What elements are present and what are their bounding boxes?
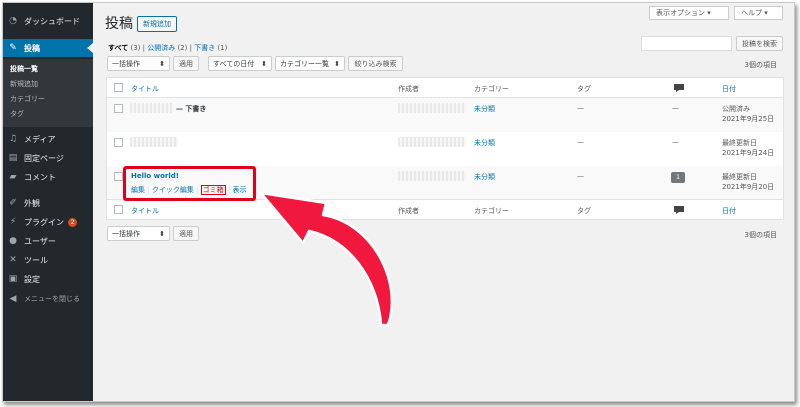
posts-submenu: 投稿一覧 新規追加 カテゴリー タグ bbox=[3, 59, 93, 127]
post-category[interactable]: 未分類 bbox=[474, 138, 495, 148]
select-arrows-icon: ⬍ bbox=[159, 229, 165, 238]
highlight-frame bbox=[123, 166, 256, 201]
pin-icon: ✎ bbox=[9, 43, 17, 53]
row-checkbox[interactable] bbox=[114, 104, 123, 113]
select-arrows-icon: ⬍ bbox=[159, 59, 165, 68]
add-new-button[interactable]: 新規追加 bbox=[137, 16, 177, 32]
admin-sidebar: ◔ ダッシュボード ✎ 投稿 投稿一覧 新規追加 カテゴリー タグ ♫ メディア… bbox=[3, 3, 93, 401]
sidebar-item-dashboard[interactable]: ◔ ダッシュボード bbox=[3, 12, 93, 30]
screen-options-tab[interactable]: 表示オプション ▾ bbox=[649, 6, 729, 20]
column-header-date[interactable]: 日付 bbox=[722, 84, 736, 94]
apply-button-top[interactable]: 適用 bbox=[173, 56, 199, 71]
dashboard-icon: ◔ bbox=[9, 16, 17, 26]
sidebar-item-media[interactable]: ♫ メディア bbox=[3, 130, 93, 148]
table-header-row: タイトル 作成者 カテゴリー タグ 日付 bbox=[107, 78, 783, 98]
search-posts-button[interactable]: 投稿を検索 bbox=[736, 36, 783, 51]
post-comments: — bbox=[672, 104, 679, 112]
page-icon: ▤ bbox=[8, 153, 18, 163]
user-icon: ● bbox=[9, 236, 17, 246]
wrench-icon: ✕ bbox=[9, 255, 17, 265]
post-tags: — bbox=[577, 138, 584, 146]
filter-button[interactable]: 絞り込み検索 bbox=[348, 56, 403, 71]
blurred-author bbox=[398, 137, 466, 147]
table-row: 未分類 — — 最終更新日 2021年9月24日 bbox=[107, 132, 783, 166]
blurred-author bbox=[398, 103, 466, 113]
brush-icon: ✐ bbox=[9, 198, 17, 208]
column-footer-date[interactable]: 日付 bbox=[722, 206, 736, 216]
view-all[interactable]: すべて bbox=[108, 44, 128, 52]
bulk-action-select-bottom[interactable]: 一括操作 ⬍ bbox=[107, 226, 170, 241]
post-category[interactable]: 未分類 bbox=[474, 172, 495, 182]
submenu-categories[interactable]: カテゴリー bbox=[10, 94, 45, 104]
post-comments: — bbox=[672, 138, 679, 146]
settings-icon: ▣ bbox=[8, 274, 18, 284]
column-footer-categories: カテゴリー bbox=[474, 207, 509, 215]
sidebar-item-tools[interactable]: ✕ ツール bbox=[3, 251, 93, 269]
help-tab[interactable]: ヘルプ ▾ bbox=[734, 6, 783, 20]
sidebar-item-posts[interactable]: ✎ 投稿 bbox=[3, 39, 93, 57]
comment-bubble-icon bbox=[674, 206, 684, 214]
post-date-status: 最終更新日 bbox=[722, 173, 757, 181]
column-header-categories: カテゴリー bbox=[474, 85, 509, 93]
sidebar-item-users[interactable]: ● ユーザー bbox=[3, 232, 93, 250]
select-arrows-icon: ⬍ bbox=[334, 59, 340, 68]
collapse-menu-button[interactable]: ◀ メニューを閉じる bbox=[3, 290, 93, 308]
screenshot-frame: ◔ ダッシュボード ✎ 投稿 投稿一覧 新規追加 カテゴリー タグ ♫ メディア… bbox=[2, 2, 795, 402]
select-all-checkbox[interactable] bbox=[114, 83, 123, 92]
items-count-top: 3個の項目 bbox=[744, 61, 777, 69]
items-count-bottom: 3個の項目 bbox=[744, 231, 777, 239]
annotation-arrow-icon bbox=[259, 191, 394, 327]
post-date: 2021年9月25日 bbox=[722, 115, 775, 123]
collapse-icon: ◀ bbox=[9, 294, 17, 304]
column-footer-title[interactable]: タイトル bbox=[131, 206, 159, 216]
plugin-icon: ⚡ bbox=[9, 217, 17, 227]
comment-icon: ▰ bbox=[9, 172, 17, 182]
post-date-status: 公開済み bbox=[722, 105, 750, 113]
sidebar-item-settings[interactable]: ▣ 設定 bbox=[3, 270, 93, 288]
post-date: 2021年9月24日 bbox=[722, 149, 775, 157]
apply-button-bottom[interactable]: 適用 bbox=[173, 226, 199, 241]
submenu-tags[interactable]: タグ bbox=[10, 109, 24, 119]
view-drafts[interactable]: 下書き bbox=[194, 44, 215, 52]
comment-bubble-icon bbox=[674, 84, 684, 92]
row-checkbox[interactable] bbox=[114, 138, 123, 147]
post-title-draft-suffix: — 下書き bbox=[176, 105, 207, 113]
search-input[interactable] bbox=[641, 36, 732, 51]
media-icon: ♫ bbox=[8, 134, 18, 144]
submenu-all-posts[interactable]: 投稿一覧 bbox=[10, 64, 38, 74]
sidebar-item-comments[interactable]: ▰ コメント bbox=[3, 168, 93, 186]
row-checkbox[interactable] bbox=[114, 172, 123, 181]
bulk-action-select-top[interactable]: 一括操作 ⬍ bbox=[107, 56, 170, 71]
sidebar-item-plugins[interactable]: ⚡ プラグイン 2 bbox=[3, 213, 93, 231]
sidebar-item-pages[interactable]: ▤ 固定ページ bbox=[3, 149, 93, 167]
date-filter-select[interactable]: すべての日付 ⬍ bbox=[208, 56, 272, 71]
post-date: 2021年9月20日 bbox=[722, 183, 775, 191]
comment-count-bubble[interactable]: 1 bbox=[671, 172, 685, 183]
page-title: 投稿 bbox=[105, 16, 133, 32]
column-footer-tags: タグ bbox=[577, 207, 591, 215]
column-header-tags: タグ bbox=[577, 85, 591, 93]
plugins-update-badge: 2 bbox=[68, 217, 77, 227]
post-category[interactable]: 未分類 bbox=[474, 104, 495, 114]
post-status-views: すべて (3) | 公開済み (2) | 下書き (1) bbox=[108, 44, 228, 52]
submenu-add-new[interactable]: 新規追加 bbox=[10, 79, 38, 89]
column-header-title[interactable]: タイトル bbox=[131, 84, 159, 94]
column-header-author: 作成者 bbox=[398, 85, 419, 93]
blurred-title bbox=[130, 137, 178, 147]
select-arrows-icon: ⬍ bbox=[261, 59, 267, 68]
post-tags: — bbox=[577, 172, 584, 180]
view-published[interactable]: 公開済み bbox=[147, 44, 175, 52]
category-filter-select[interactable]: カテゴリー一覧 ⬍ bbox=[275, 56, 345, 71]
table-row: — 下書き 未分類 — — 公開済み 2021年9月25日 bbox=[107, 98, 783, 132]
select-all-checkbox-footer[interactable] bbox=[114, 205, 123, 214]
active-menu-arrow bbox=[87, 43, 93, 53]
post-date-status: 最終更新日 bbox=[722, 139, 757, 147]
post-tags: — bbox=[577, 104, 584, 112]
table-footer-row: タイトル 作成者 カテゴリー タグ 日付 bbox=[107, 200, 783, 220]
blurred-title bbox=[130, 103, 173, 113]
sidebar-item-appearance[interactable]: ✐ 外観 bbox=[3, 194, 93, 212]
